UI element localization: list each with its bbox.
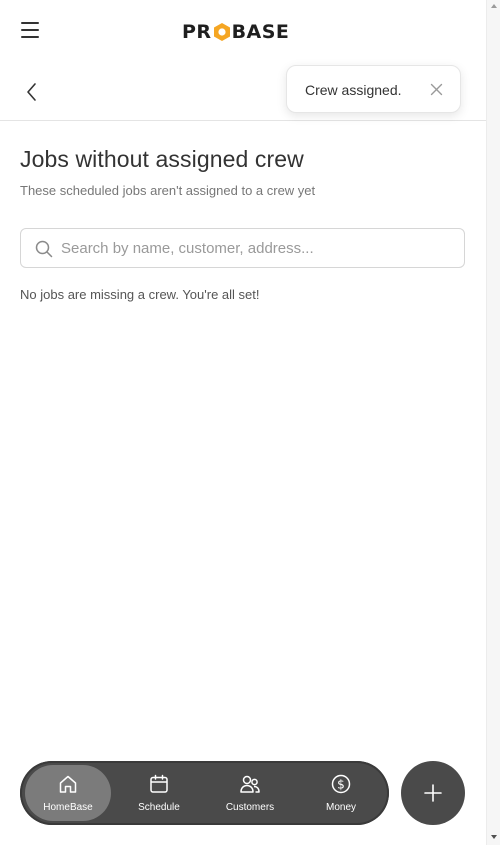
nav-label-homebase: HomeBase: [43, 802, 93, 813]
people-icon: [240, 775, 260, 793]
page-subtitle: These scheduled jobs aren't assigned to …: [20, 183, 316, 198]
hamburger-icon-line: [21, 36, 39, 38]
hamburger-icon-line: [21, 22, 39, 24]
scroll-up-arrow-icon[interactable]: [491, 4, 497, 8]
nav-item-homebase[interactable]: HomeBase: [25, 765, 111, 821]
page-title: Jobs without assigned crew: [20, 146, 304, 172]
toast-message: Crew assigned.: [305, 82, 402, 98]
back-button[interactable]: [22, 82, 42, 102]
home-icon: [59, 775, 77, 793]
close-icon: [430, 83, 443, 96]
svg-text:$: $: [337, 778, 345, 792]
logo-text-left: PR: [182, 21, 212, 43]
nav-label-money: Money: [325, 802, 356, 813]
nav-item-customers[interactable]: Customers: [207, 765, 293, 821]
dollar-icon: $: [331, 774, 351, 794]
top-bar: PR BASE: [0, 0, 486, 62]
page: PR BASE Crew assigned. Jobs without assi…: [0, 0, 486, 845]
nav-item-schedule[interactable]: Schedule: [116, 765, 202, 821]
add-button[interactable]: [401, 761, 465, 825]
vertical-scrollbar[interactable]: [486, 0, 500, 845]
calendar-icon: [150, 774, 168, 793]
search-input[interactable]: [61, 229, 456, 267]
nav-label-schedule: Schedule: [138, 802, 180, 813]
bottom-navigation: HomeBase Schedule Customers $ Money: [20, 761, 389, 825]
search-box: [20, 228, 465, 268]
nav-item-money[interactable]: $ Money: [298, 765, 384, 821]
nav-label-customers: Customers: [225, 802, 275, 813]
probase-logo[interactable]: PR BASE: [182, 20, 289, 44]
search-icon: [35, 240, 53, 258]
logo-text-right: BASE: [231, 21, 290, 43]
hamburger-icon-line: [21, 29, 39, 31]
chevron-left-icon: [27, 83, 36, 101]
empty-state-message: No jobs are missing a crew. You're all s…: [20, 287, 260, 302]
menu-button[interactable]: [21, 22, 43, 40]
plus-icon: [424, 784, 442, 802]
scroll-down-arrow-icon[interactable]: [491, 835, 497, 839]
toast-close-button[interactable]: [430, 83, 443, 96]
logo-hexagon-icon: [213, 22, 231, 42]
toast-notification: Crew assigned.: [286, 65, 461, 113]
